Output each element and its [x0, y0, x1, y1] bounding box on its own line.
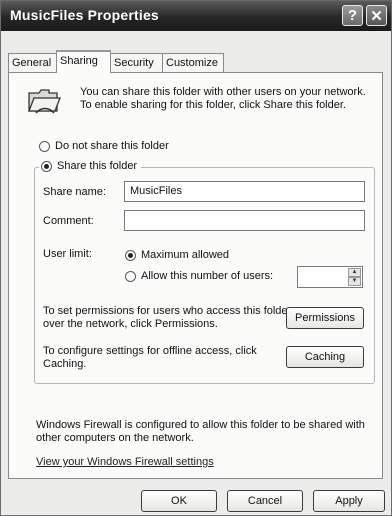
radio-indicator	[125, 270, 136, 282]
tab-general[interactable]: General	[8, 53, 57, 72]
stepper-down-button[interactable]: ▼	[348, 277, 361, 286]
permissions-text: To set permissions for users who access …	[43, 305, 292, 330]
caching-text: To configure settings for offline access…	[43, 345, 257, 370]
do-not-share-radio[interactable]: Do not share this folder	[39, 140, 169, 152]
share-name-label: Share name:	[43, 186, 106, 198]
share-name-field[interactable]: MusicFiles	[124, 181, 365, 202]
sharing-intro-text: You can share this folder with other use…	[80, 86, 366, 111]
do-not-share-label: Do not share this folder	[55, 140, 169, 152]
help-button[interactable]: ?	[342, 5, 363, 26]
radio-indicator	[39, 140, 50, 152]
apply-button[interactable]: Apply	[313, 490, 385, 512]
allow-number-label: Allow this number of users:	[141, 270, 274, 282]
title-bar[interactable]: MusicFiles Properties ? ✕	[1, 1, 391, 31]
arrow-up-icon: ▲	[351, 269, 358, 275]
user-count-stepper[interactable]: ▲ ▼	[297, 266, 363, 288]
permissions-button[interactable]: Permissions	[286, 307, 364, 329]
window-title: MusicFiles Properties	[10, 7, 159, 23]
maximum-allowed-label: Maximum allowed	[141, 249, 230, 261]
firewall-notice: Windows Firewall is configured to allow …	[36, 419, 365, 444]
share-folder-label: Share this folder	[57, 160, 138, 172]
comment-field[interactable]	[124, 210, 365, 231]
stepper-up-button[interactable]: ▲	[348, 268, 361, 277]
shared-folder-icon	[28, 89, 61, 114]
firewall-settings-link[interactable]: View your Windows Firewall settings	[36, 456, 214, 468]
arrow-down-icon: ▼	[351, 278, 358, 284]
user-limit-label: User limit:	[43, 248, 92, 260]
allow-number-radio[interactable]: Allow this number of users:	[125, 270, 273, 282]
close-button[interactable]: ✕	[366, 5, 387, 26]
ok-button[interactable]: OK	[141, 490, 217, 512]
caching-button[interactable]: Caching	[286, 346, 364, 368]
radio-indicator	[125, 249, 136, 261]
tab-security[interactable]: Security	[110, 53, 163, 72]
radio-indicator	[41, 160, 52, 172]
tab-sharing[interactable]: Sharing	[56, 50, 111, 73]
maximum-allowed-radio[interactable]: Maximum allowed	[125, 249, 229, 261]
cancel-button[interactable]: Cancel	[227, 490, 303, 512]
share-folder-radio[interactable]: Share this folder	[39, 160, 142, 172]
comment-label: Comment:	[43, 215, 94, 227]
close-icon: ✕	[370, 7, 383, 25]
properties-dialog: MusicFiles Properties ? ✕ General Sharin…	[0, 0, 392, 516]
help-icon: ?	[347, 7, 358, 24]
tab-customize[interactable]: Customize	[162, 53, 224, 72]
